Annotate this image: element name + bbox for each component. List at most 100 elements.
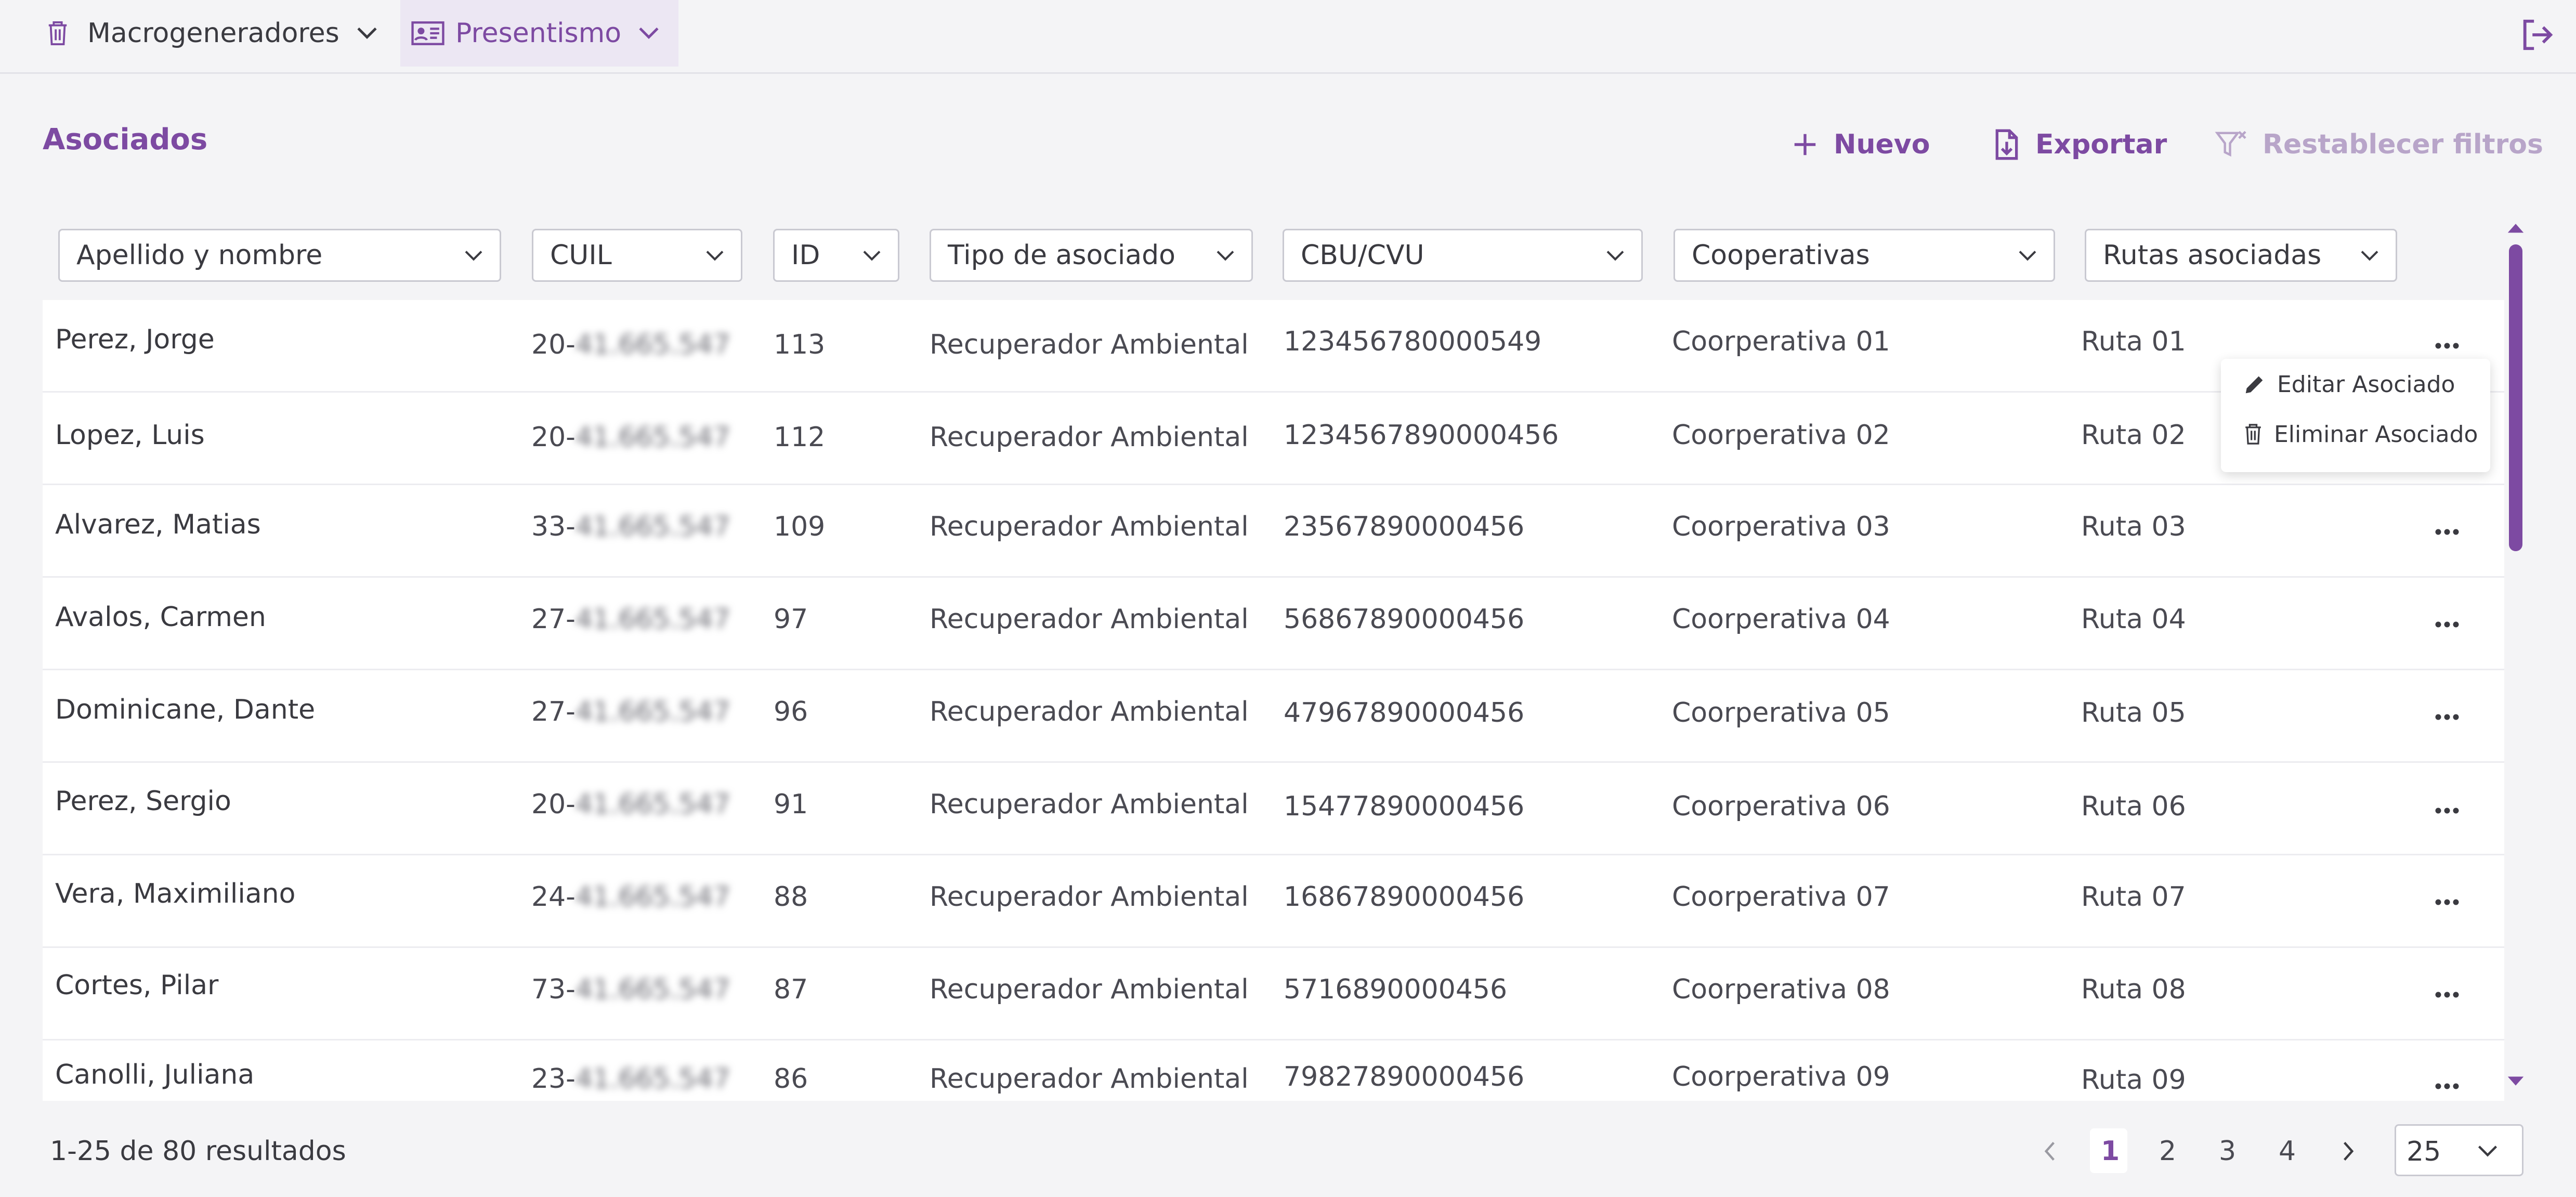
more-options-icon[interactable] [2434, 342, 2460, 350]
chevron-down-icon [1217, 251, 1234, 261]
page-2[interactable]: 2 [2159, 1136, 2176, 1167]
cuil-blurred: 41.665.547 [575, 422, 730, 453]
cuil-blurred: 41.665.547 [575, 329, 730, 360]
filter-id-label: ID [791, 240, 820, 271]
cell-name: Alvarez, Matias [55, 509, 261, 540]
cell-cbu: 123456780000549 [1284, 326, 1542, 357]
cell-cuil: 24-41.665.547 [531, 881, 730, 913]
chevron-down-icon [1606, 251, 1624, 261]
results-count: 1-25 de 80 resultados [50, 1136, 346, 1167]
page-4[interactable]: 4 [2279, 1136, 2296, 1167]
cell-type: Recuperador Ambiental [930, 604, 1249, 635]
cell-id: 91 [774, 789, 808, 820]
cell-type: Recuperador Ambiental [930, 329, 1249, 360]
cuil-prefix: 27- [531, 604, 576, 635]
top-navbar: Macrogeneradores Presentismo [0, 0, 2576, 74]
table-row[interactable]: Perez, Jorge 20-41.665.547 113 Recuperad… [43, 300, 2504, 393]
more-options-icon[interactable] [2434, 620, 2460, 629]
filter-coop-label: Cooperativas [1692, 240, 1870, 271]
filter-coop-select[interactable]: Cooperativas [1673, 229, 2055, 282]
nav-presentismo[interactable]: Presentismo [400, 0, 678, 67]
cell-route: Ruta 09 [2081, 1064, 2186, 1096]
delete-associate-menu-item[interactable]: Eliminar Asociado [2243, 416, 2478, 452]
cuil-blurred: 41.665.547 [575, 1063, 730, 1095]
more-options-icon[interactable] [2434, 806, 2460, 815]
cell-id: 96 [774, 696, 808, 727]
more-options-icon[interactable] [2434, 898, 2460, 906]
cell-cuil: 20-41.665.547 [531, 422, 730, 453]
table-row[interactable]: Alvarez, Matias 33-41.665.547 109 Recupe… [43, 485, 2504, 578]
filter-routes-select[interactable]: Rutas asociadas [2085, 229, 2397, 282]
cell-route: Ruta 01 [2081, 326, 2186, 357]
cuil-prefix: 23- [531, 1063, 576, 1095]
scrollbar-thumb[interactable] [2509, 244, 2522, 551]
cell-coop: Coorperativa 08 [1672, 974, 1890, 1005]
cell-coop: Coorperativa 04 [1672, 604, 1890, 635]
cell-coop: Coorperativa 07 [1672, 881, 1890, 913]
file-download-icon [1995, 129, 2018, 160]
edit-associate-menu-item[interactable]: Editar Asociado [2243, 366, 2455, 402]
cell-cuil: 73-41.665.547 [531, 974, 730, 1005]
cell-route: Ruta 02 [2081, 420, 2186, 451]
table-row[interactable]: Lopez, Luis 20-41.665.547 112 Recuperado… [43, 393, 2504, 485]
new-button[interactable]: Nuevo [1791, 124, 1930, 165]
cell-cuil: 20-41.665.547 [531, 329, 730, 360]
filter-name-select[interactable]: Apellido y nombre [58, 229, 501, 282]
cell-cbu: 1234567890000456 [1284, 420, 1559, 451]
more-options-icon[interactable] [2434, 1082, 2460, 1090]
cell-cuil: 33-41.665.547 [531, 511, 730, 542]
more-options-icon[interactable] [2434, 713, 2460, 721]
table-row[interactable]: Dominicane, Dante 27-41.665.547 96 Recup… [43, 670, 2504, 763]
table-footer: 1-25 de 80 resultados 1 2 3 4 25 [0, 1103, 2576, 1197]
cell-route: Ruta 04 [2081, 604, 2186, 635]
cell-coop: Coorperativa 06 [1672, 791, 1890, 822]
trash-icon [48, 21, 67, 45]
cell-id: 112 [774, 422, 826, 453]
filter-id-select[interactable]: ID [773, 229, 899, 282]
reset-filters-button[interactable]: Restablecer filtros [2215, 124, 2543, 165]
chevron-down-icon [2478, 1146, 2497, 1157]
page-3[interactable]: 3 [2219, 1136, 2236, 1167]
filter-type-select[interactable]: Tipo de asociado [930, 229, 1253, 282]
cell-cuil: 23-41.665.547 [531, 1063, 730, 1095]
cell-type: Recuperador Ambiental [930, 422, 1249, 453]
table-row[interactable]: Canolli, Juliana 23-41.665.547 86 Recupe… [43, 1040, 2504, 1101]
nav-macrogeneradores[interactable]: Macrogeneradores [46, 0, 379, 67]
export-button-label: Exportar [2035, 129, 2167, 160]
cell-coop: Coorperativa 02 [1672, 420, 1890, 451]
chevron-down-icon [2361, 251, 2378, 261]
cell-name: Perez, Sergio [55, 786, 231, 817]
reset-filters-label: Restablecer filtros [2263, 129, 2543, 160]
cell-cbu: 56867890000456 [1284, 604, 1525, 635]
id-card-icon [411, 21, 444, 45]
export-button[interactable]: Exportar [1993, 124, 2167, 165]
cuil-prefix: 20- [531, 329, 576, 360]
logout-icon[interactable] [2519, 17, 2555, 53]
chevron-left-icon[interactable] [2043, 1140, 2057, 1163]
cell-route: Ruta 05 [2081, 697, 2186, 728]
table-row[interactable]: Perez, Sergio 20-41.665.547 91 Recuperad… [43, 763, 2504, 855]
cell-name: Cortes, Pilar [55, 970, 219, 1001]
per-page-select[interactable]: 25 [2395, 1124, 2523, 1176]
filter-cuil-select[interactable]: CUIL [532, 229, 742, 282]
more-options-icon[interactable] [2434, 991, 2460, 999]
filter-cbu-select[interactable]: CBU/CVU [1283, 229, 1643, 282]
cuil-prefix: 33- [531, 511, 576, 542]
cell-type: Recuperador Ambiental [930, 511, 1249, 542]
cell-name: Perez, Jorge [55, 324, 215, 355]
scroll-down-arrow-icon[interactable] [2506, 1074, 2526, 1089]
chevron-right-icon[interactable] [2342, 1140, 2355, 1163]
page-1[interactable]: 1 [2101, 1136, 2120, 1167]
cell-cuil: 20-41.665.547 [531, 789, 730, 820]
more-options-icon[interactable] [2434, 528, 2460, 536]
cell-type: Recuperador Ambiental [930, 696, 1249, 727]
scroll-up-arrow-icon[interactable] [2506, 220, 2526, 235]
filter-reset-icon [2215, 131, 2246, 157]
page-title: Asociados [43, 123, 208, 157]
table-row[interactable]: Avalos, Carmen 27-41.665.547 97 Recupera… [43, 578, 2504, 670]
cuil-blurred: 41.665.547 [575, 511, 730, 542]
table-row[interactable]: Cortes, Pilar 73-41.665.547 87 Recuperad… [43, 948, 2504, 1040]
filter-cuil-label: CUIL [550, 240, 612, 271]
delete-associate-label: Eliminar Asociado [2274, 421, 2478, 448]
table-row[interactable]: Vera, Maximiliano 24-41.665.547 88 Recup… [43, 855, 2504, 948]
